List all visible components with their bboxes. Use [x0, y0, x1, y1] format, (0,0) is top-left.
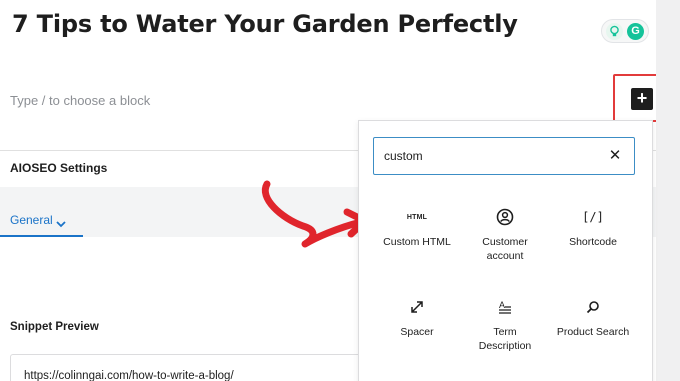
tab-general[interactable]: General	[0, 204, 83, 237]
snippet-url: https://colinngai.com/how-to-write-a-blo…	[24, 370, 234, 381]
close-icon[interactable]: ✕	[605, 146, 625, 166]
block-spacer[interactable]: Spacer	[377, 295, 457, 339]
block-label: Term Description	[478, 326, 532, 352]
search-icon	[586, 301, 599, 314]
block-label: Custom HTML	[383, 236, 451, 248]
block-shortcode[interactable]: [/] Shortcode	[553, 205, 633, 249]
block-customer-account[interactable]: Customer account	[465, 205, 545, 263]
block-search-input[interactable]	[384, 147, 584, 165]
term-description-icon: A	[499, 300, 511, 314]
block-placeholder[interactable]: Type / to choose a block	[10, 93, 150, 108]
block-search-field[interactable]: ✕	[373, 137, 635, 175]
block-label: Shortcode	[569, 236, 617, 248]
block-label: Product Search	[556, 326, 630, 338]
red-arrow-annotation	[261, 180, 369, 248]
shortcode-icon: [/]	[582, 210, 604, 224]
html-icon: HTML	[406, 213, 428, 221]
grammarly-widget[interactable]: G	[601, 19, 649, 43]
svg-text:A: A	[499, 300, 505, 310]
block-custom-html[interactable]: HTML Custom HTML	[377, 205, 457, 249]
grammarly-icon[interactable]: G	[627, 23, 644, 40]
post-title[interactable]: 7 Tips to Water Your Garden Perfectly	[12, 10, 518, 38]
chevron-down-icon	[56, 215, 66, 233]
block-term-description[interactable]: A Term Description	[465, 295, 545, 353]
snippet-preview-label: Snippet Preview	[10, 321, 99, 333]
block-inserter-popover: ✕ HTML Custom HTML Customer account [/] …	[358, 120, 653, 381]
aioseo-settings-title[interactable]: AIOSEO Settings	[10, 161, 107, 175]
block-label: Spacer	[400, 326, 434, 338]
block-inserter-button[interactable]: +	[631, 88, 653, 110]
account-icon	[496, 208, 514, 226]
resize-arrow-icon	[411, 301, 423, 313]
block-label: Customer account	[482, 236, 528, 262]
tab-active-indicator	[0, 235, 83, 237]
lightbulb-icon[interactable]	[606, 23, 623, 40]
tab-general-label: General	[10, 213, 53, 227]
editor-scrollbar[interactable]	[656, 0, 680, 381]
block-product-search[interactable]: Product Search	[553, 295, 633, 339]
